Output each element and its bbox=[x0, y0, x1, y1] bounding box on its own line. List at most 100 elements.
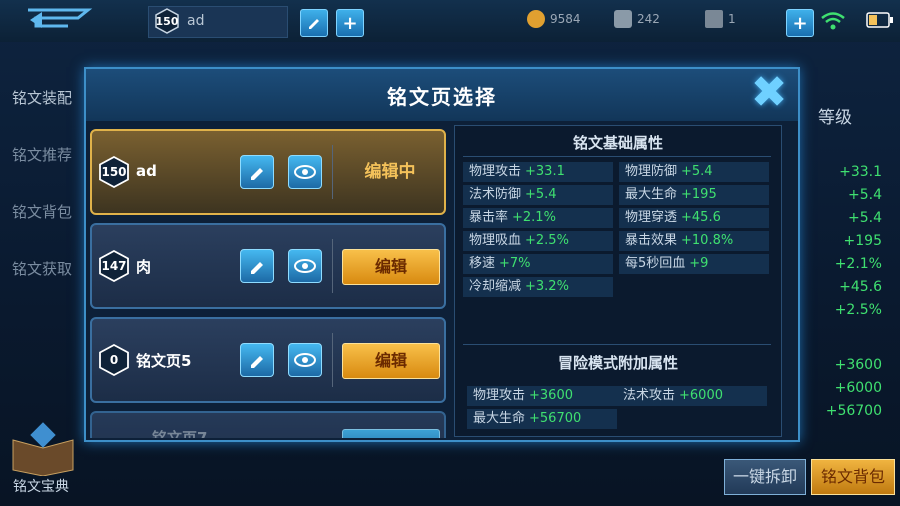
plus-icon: + bbox=[342, 12, 358, 34]
eye-icon bbox=[294, 259, 316, 273]
editing-status: 编辑中 bbox=[364, 162, 416, 182]
attribute-cell: 物理攻击 +3600 bbox=[467, 386, 617, 406]
diamond-counter: 242 bbox=[614, 10, 660, 28]
preview-page-button[interactable] bbox=[288, 155, 322, 189]
gold-amount: 9584 bbox=[550, 12, 581, 26]
attribute-cell: 物理攻击 +33.1 bbox=[463, 162, 613, 182]
rename-page-button[interactable] bbox=[240, 249, 274, 283]
codex-button[interactable]: 铭文宝典 bbox=[8, 420, 78, 500]
page-card[interactable]: 147 肉 编辑 bbox=[90, 223, 446, 309]
bg-value: +5.4 bbox=[848, 187, 882, 203]
page-level: 150 bbox=[155, 14, 179, 28]
current-page-display[interactable]: 150 ad bbox=[148, 6, 288, 38]
page-name: 铭文页7 bbox=[152, 429, 208, 438]
attribute-cell: 暴击效果 +10.8% bbox=[619, 231, 769, 251]
edit-icon bbox=[251, 168, 263, 180]
ticket-counter: 1 bbox=[705, 10, 736, 28]
attribute-cell: 最大生命 +195 bbox=[619, 185, 769, 205]
menu-item-obtain[interactable]: 铭文获取 bbox=[0, 241, 85, 298]
rename-page-button[interactable] bbox=[240, 343, 274, 377]
plus-icon: + bbox=[792, 12, 808, 34]
divider bbox=[332, 239, 333, 293]
bg-value: +5.4 bbox=[848, 210, 882, 226]
divider bbox=[463, 344, 771, 345]
divider bbox=[332, 333, 333, 387]
left-menu: 铭文装配 铭文推荐 铭文背包 铭文获取 bbox=[0, 70, 85, 298]
rename-page-button[interactable] bbox=[240, 155, 274, 189]
edit-icon bbox=[251, 262, 263, 274]
attribute-cell: 最大生命 +56700 bbox=[467, 409, 617, 429]
level-hex-badge: 150 bbox=[154, 8, 180, 34]
diamond-icon bbox=[614, 10, 632, 28]
menu-item-equip[interactable]: 铭文装配 bbox=[0, 70, 85, 127]
page-name: ad bbox=[187, 13, 205, 29]
page-action-button[interactable] bbox=[342, 429, 440, 438]
page-level: 147 bbox=[101, 259, 127, 273]
attribute-cell: 暴击率 +2.1% bbox=[463, 208, 613, 228]
menu-item-bag[interactable]: 铭文背包 bbox=[0, 184, 85, 241]
attribute-cell: 法术攻击 +6000 bbox=[617, 386, 767, 406]
ticket-icon bbox=[705, 10, 723, 28]
level-hex-badge: 0 bbox=[98, 344, 130, 376]
bg-value: +195 bbox=[843, 233, 882, 249]
close-icon: ✖ bbox=[750, 67, 788, 118]
adventure-attributes-title: 冒险模式附加属性 bbox=[557, 354, 678, 372]
base-attributes-title: 铭文基础属性 bbox=[572, 134, 663, 152]
page-name: 肉 bbox=[136, 258, 152, 276]
page-name: ad bbox=[136, 162, 157, 180]
diamond-amount: 242 bbox=[637, 12, 660, 26]
attribute-cell: 物理防御 +5.4 bbox=[619, 162, 769, 182]
gold-counter: 9584 bbox=[527, 10, 581, 28]
add-page-button[interactable]: + bbox=[336, 9, 364, 37]
level-hex-badge: 147 bbox=[98, 250, 130, 282]
book-icon bbox=[12, 422, 74, 477]
attribute-cell: 物理穿透 +45.6 bbox=[619, 208, 769, 228]
page-card[interactable]: 铭文页7 bbox=[90, 411, 446, 438]
wifi-icon bbox=[821, 12, 845, 30]
edit-icon bbox=[251, 356, 263, 368]
menu-item-recommend[interactable]: 铭文推荐 bbox=[0, 127, 85, 184]
bg-value: +2.1% bbox=[834, 256, 882, 272]
level-label: 等级 bbox=[818, 108, 852, 128]
rename-button[interactable] bbox=[300, 9, 328, 37]
attributes-panel: 铭文基础属性 物理攻击 +33.1 物理防御 +5.4 法术防御 +5.4 最大生命 +… bbox=[454, 125, 782, 437]
inscription-bag-button[interactable]: 铭文背包 bbox=[811, 459, 895, 495]
bg-adv-value: +3600 bbox=[834, 357, 882, 373]
bg-value: +33.1 bbox=[839, 164, 882, 180]
divider bbox=[332, 145, 333, 199]
back-arrow-icon bbox=[28, 8, 93, 28]
level-hex-badge: 150 bbox=[98, 156, 130, 188]
page-name: 铭文页5 bbox=[136, 352, 192, 370]
attribute-cell: 物理吸血 +2.5% bbox=[463, 231, 613, 251]
ticket-amount: 1 bbox=[728, 12, 736, 26]
bg-value: +45.6 bbox=[839, 279, 882, 295]
page-card[interactable]: 0 铭文页5 编辑 bbox=[90, 317, 446, 403]
page-level: 150 bbox=[101, 165, 127, 179]
top-bar: 150 ad + 9584 242 1 + bbox=[0, 0, 900, 42]
attribute-cell: 移速 +7% bbox=[463, 254, 613, 274]
eye-icon bbox=[294, 353, 316, 367]
page-select-modal: 铭文页选择 ✖ 150 ad 编辑中 147 肉 编辑 0 铭文页5 编辑 铭文… bbox=[84, 67, 800, 442]
page-level: 0 bbox=[109, 353, 119, 367]
attribute-cell: 每5秒回血 +9 bbox=[619, 254, 769, 274]
preview-page-button[interactable] bbox=[288, 249, 322, 283]
back-button[interactable] bbox=[8, 4, 118, 38]
modal-header: 铭文页选择 ✖ bbox=[86, 69, 798, 121]
bg-adv-value: +6000 bbox=[834, 380, 882, 396]
close-button[interactable]: ✖ bbox=[746, 71, 792, 115]
eye-icon bbox=[294, 165, 316, 179]
edit-page-button[interactable]: 编辑 bbox=[342, 343, 440, 379]
recharge-button[interactable]: + bbox=[786, 9, 814, 37]
page-card-selected[interactable]: 150 ad 编辑中 bbox=[90, 129, 446, 215]
attribute-cell: 法术防御 +5.4 bbox=[463, 185, 613, 205]
divider bbox=[463, 156, 771, 157]
dismantle-all-button[interactable]: 一键拆卸 bbox=[724, 459, 806, 495]
battery-icon bbox=[866, 12, 893, 28]
preview-page-button[interactable] bbox=[288, 343, 322, 377]
edit-page-button[interactable]: 编辑 bbox=[342, 249, 440, 285]
edit-icon bbox=[309, 19, 319, 29]
codex-label: 铭文宝典 bbox=[13, 479, 69, 495]
gold-coin-icon bbox=[527, 10, 545, 28]
bg-adv-value: +56700 bbox=[825, 403, 882, 419]
attribute-cell: 冷却缩减 +3.2% bbox=[463, 277, 613, 297]
